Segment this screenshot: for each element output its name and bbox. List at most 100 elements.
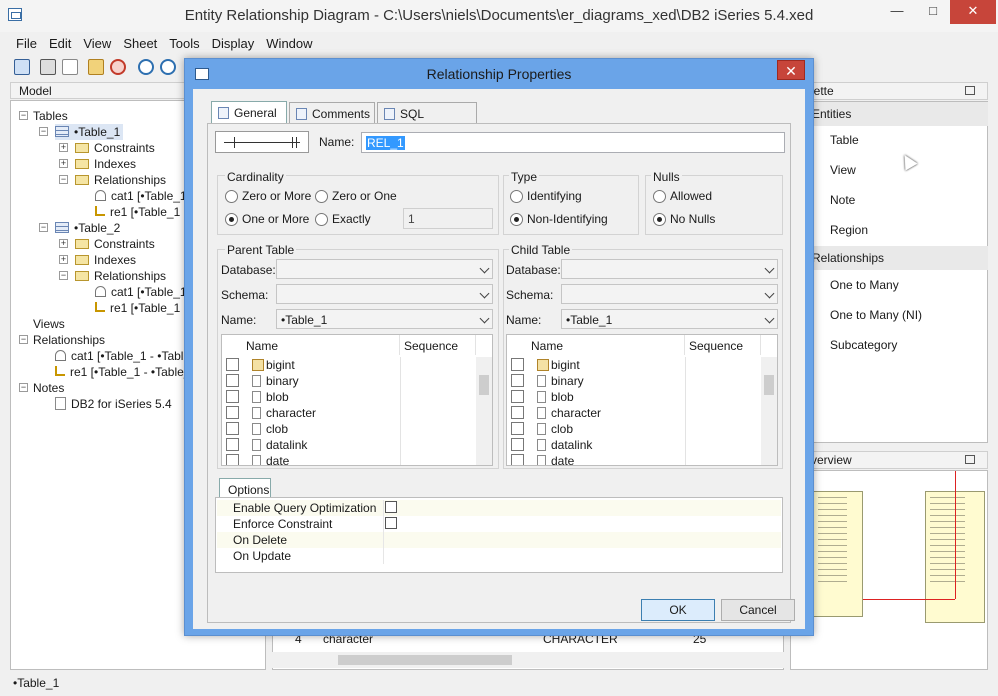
option-row-enable-query-optimization[interactable]: Enable Query Optimization [217,500,781,516]
zoom-in-icon[interactable] [160,59,176,75]
save-icon[interactable] [14,59,30,75]
relationship-name-field[interactable]: REL_1 [361,132,785,153]
cardinality-zero-or-one-radio[interactable] [315,190,328,203]
zoom-icon[interactable] [138,59,154,75]
collapse-icon[interactable]: − [59,271,68,280]
expand-icon[interactable]: + [59,159,68,168]
row-checkbox[interactable] [511,390,524,403]
collapse-icon[interactable]: − [19,383,28,392]
row-checkbox[interactable] [226,422,239,435]
table-row[interactable]: character [507,405,777,421]
row-checkbox[interactable] [226,438,239,451]
scroll-thumb[interactable] [338,655,512,665]
tree-node-rel-re1[interactable]: re1 [•Table_1 - •Table_ [55,364,190,380]
tree-node-table2[interactable]: •Table_2 [55,220,120,236]
tree-node-relationships[interactable]: Relationships [33,332,105,348]
ok-button[interactable]: OK [641,599,715,621]
parent-schema-dropdown[interactable] [276,284,493,304]
restore-panel-icon[interactable] [965,86,975,95]
row-checkbox[interactable] [511,374,524,387]
expand-icon[interactable]: + [59,143,68,152]
delete-icon[interactable] [110,59,126,75]
row-checkbox[interactable] [511,406,524,419]
option-row-on-delete[interactable]: On Delete [217,532,781,548]
table-row[interactable]: datalink [507,437,777,453]
tree-node-notes[interactable]: Notes [33,380,64,396]
collapse-icon[interactable]: − [19,111,28,120]
table-tool-icon[interactable] [88,59,104,75]
row-checkbox[interactable] [511,422,524,435]
option-row-enforce-constraint[interactable]: Enforce Constraint [217,516,781,532]
menu-tools[interactable]: Tools [163,33,205,55]
tree-node-table2-re1[interactable]: re1 [•Table_1 - [95,300,188,316]
child-columns-scrollbar[interactable] [761,357,777,465]
tree-node-table1-indexes[interactable]: Indexes [75,156,136,172]
table-row[interactable]: blob [222,389,492,405]
parent-columns-scrollbar[interactable] [476,357,492,465]
child-name-dropdown[interactable]: •Table_1 [561,309,778,329]
tree-node-table1-re1[interactable]: re1 [•Table_1 - [95,204,188,220]
table-row[interactable]: clob [222,421,492,437]
tree-node-table1-relationships[interactable]: Relationships [75,172,166,188]
dialog-close-button[interactable]: ✕ [777,60,805,80]
cancel-button[interactable]: Cancel [721,599,795,621]
menu-display[interactable]: Display [206,33,261,55]
row-checkbox[interactable] [511,454,524,465]
table-row[interactable]: bigint [507,357,777,373]
close-window-button[interactable]: ✕ [950,0,996,24]
tree-node-table2-indexes[interactable]: Indexes [75,252,136,268]
child-col-name-header[interactable]: Name [527,335,685,355]
tree-node-table1[interactable]: •Table_1 [55,124,124,140]
tree-node-table1-constraints[interactable]: Constraints [75,140,155,156]
palette-section-entities[interactable]: Entities [792,102,988,126]
table-row[interactable]: character [222,405,492,421]
tab-comments[interactable]: Comments [289,102,375,124]
scroll-thumb[interactable] [479,375,489,395]
collapse-icon[interactable]: − [39,223,48,232]
child-col-seq-header[interactable]: Sequence [685,335,761,355]
nulls-no-nulls-radio[interactable] [653,213,666,226]
cardinality-zero-or-more-radio[interactable] [225,190,238,203]
row-checkbox[interactable] [226,454,239,465]
palette-item-note[interactable]: Note [792,186,988,214]
row-checkbox[interactable] [226,390,239,403]
parent-database-dropdown[interactable] [276,259,493,279]
child-schema-dropdown[interactable] [561,284,778,304]
table-row[interactable]: clob [507,421,777,437]
table-row[interactable]: blob [507,389,777,405]
table-row[interactable]: date [222,453,492,465]
cardinality-exactly-field[interactable]: 1 [403,208,493,229]
tab-general[interactable]: General [211,101,287,124]
tree-node-table2-relationships[interactable]: Relationships [75,268,166,284]
row-checkbox[interactable] [511,358,524,371]
overview-panel[interactable] [790,470,988,670]
tree-node-views[interactable]: Views [33,316,65,332]
parent-name-dropdown[interactable]: •Table_1 [276,309,493,329]
palette-item-region[interactable]: Region [792,216,988,244]
tab-sql-preview[interactable]: SQL Preview [377,102,477,135]
parent-col-name-header[interactable]: Name [242,335,400,355]
menu-edit[interactable]: Edit [43,33,77,55]
collapse-icon[interactable]: − [59,175,68,184]
tree-node-table2-constraints[interactable]: Constraints [75,236,155,252]
row-checkbox[interactable] [226,406,239,419]
menu-window[interactable]: Window [260,33,318,55]
row-checkbox[interactable] [511,438,524,451]
parent-col-seq-header[interactable]: Sequence [400,335,476,355]
palette-item-view[interactable]: View [792,156,988,184]
menu-sheet[interactable]: Sheet [117,33,163,55]
tree-node-tables[interactable]: Tables [33,108,68,124]
cardinality-one-or-more-radio[interactable] [225,213,238,226]
restore-panel-icon[interactable] [965,455,975,464]
tree-node-table1-cat1[interactable]: cat1 [•Table_1 [95,188,187,204]
palette-item-subcategory[interactable]: Subcategory [792,331,988,359]
tree-node-rel-cat1[interactable]: cat1 [•Table_1 - •Table [55,348,190,364]
type-non-identifying-radio[interactable] [510,213,523,226]
palette-item-table[interactable]: Table [792,126,988,154]
tree-node-note1[interactable]: DB2 for iSeries 5.4 [55,396,172,412]
cardinality-exactly-radio[interactable] [315,213,328,226]
tree-node-table2-cat1[interactable]: cat1 [•Table_1 [95,284,187,300]
option-row-on-update[interactable]: On Update [217,548,781,564]
expand-icon[interactable]: + [59,255,68,264]
page-setup-icon[interactable] [62,59,78,75]
